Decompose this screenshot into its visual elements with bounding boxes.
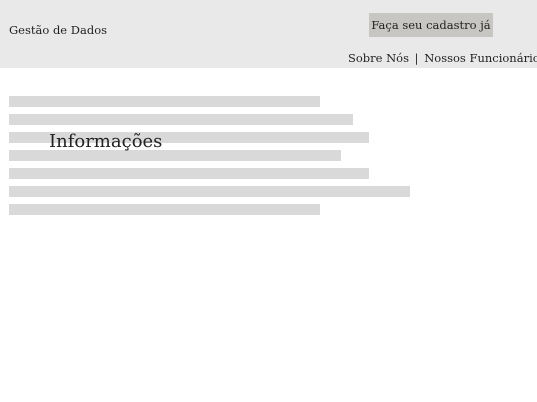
signup-button[interactable]: Faça seu cadastro já: [369, 13, 493, 37]
placeholder-line: [9, 204, 320, 215]
placeholder-line: [9, 114, 353, 125]
placeholder-line: [9, 186, 410, 197]
top-nav: Sobre Nós | Nossos Funcionários: [348, 50, 537, 66]
nav-link-about[interactable]: Sobre Nós: [348, 51, 409, 65]
main-content: Informações: [0, 68, 537, 402]
placeholder-line: [9, 168, 369, 179]
brand-name: Gestão de Dados: [9, 23, 108, 37]
placeholder-line: [9, 96, 320, 107]
section-title: Informações: [49, 131, 163, 152]
nav-link-employees[interactable]: Nossos Funcionários: [424, 51, 537, 65]
nav-separator: |: [414, 51, 419, 65]
site-header: Gestão de Dados Faça seu cadastro já Sob…: [0, 0, 537, 68]
